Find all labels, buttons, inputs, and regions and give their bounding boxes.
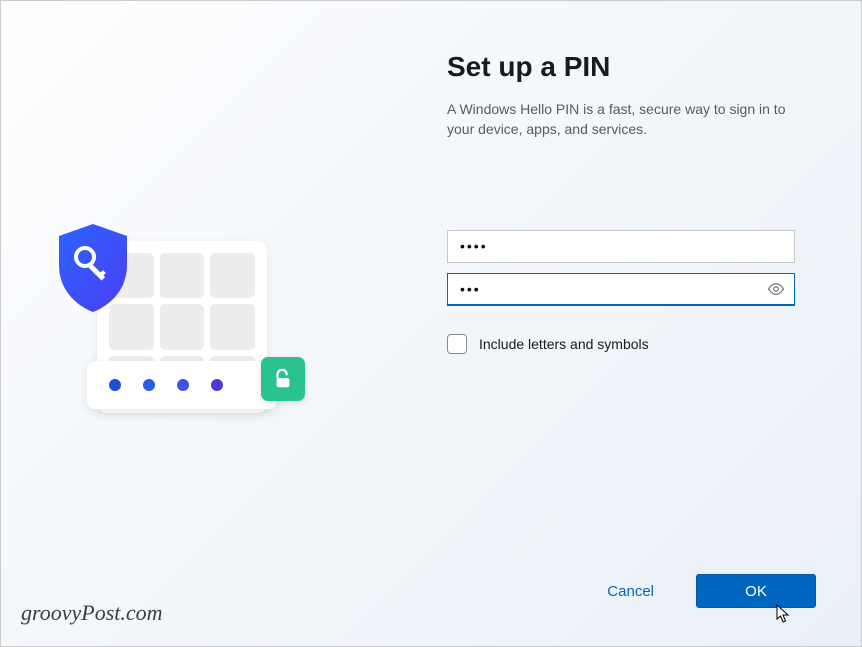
- eye-reveal-icon[interactable]: [767, 280, 785, 298]
- ok-button[interactable]: OK: [696, 574, 816, 608]
- cancel-button[interactable]: Cancel: [593, 575, 668, 608]
- watermark-text: groovyPost.com: [21, 600, 163, 626]
- include-letters-label: Include letters and symbols: [479, 336, 649, 352]
- unlock-icon: [261, 357, 305, 401]
- new-pin-input[interactable]: [447, 230, 795, 263]
- dialog-subtitle: A Windows Hello PIN is a fast, secure wa…: [447, 99, 795, 140]
- pin-illustration: [61, 221, 321, 441]
- include-letters-checkbox[interactable]: [447, 334, 467, 354]
- confirm-pin-input[interactable]: [447, 273, 795, 306]
- dialog-title: Set up a PIN: [447, 51, 795, 83]
- pin-dots-graphic: [87, 361, 277, 409]
- shield-key-icon: [51, 221, 135, 315]
